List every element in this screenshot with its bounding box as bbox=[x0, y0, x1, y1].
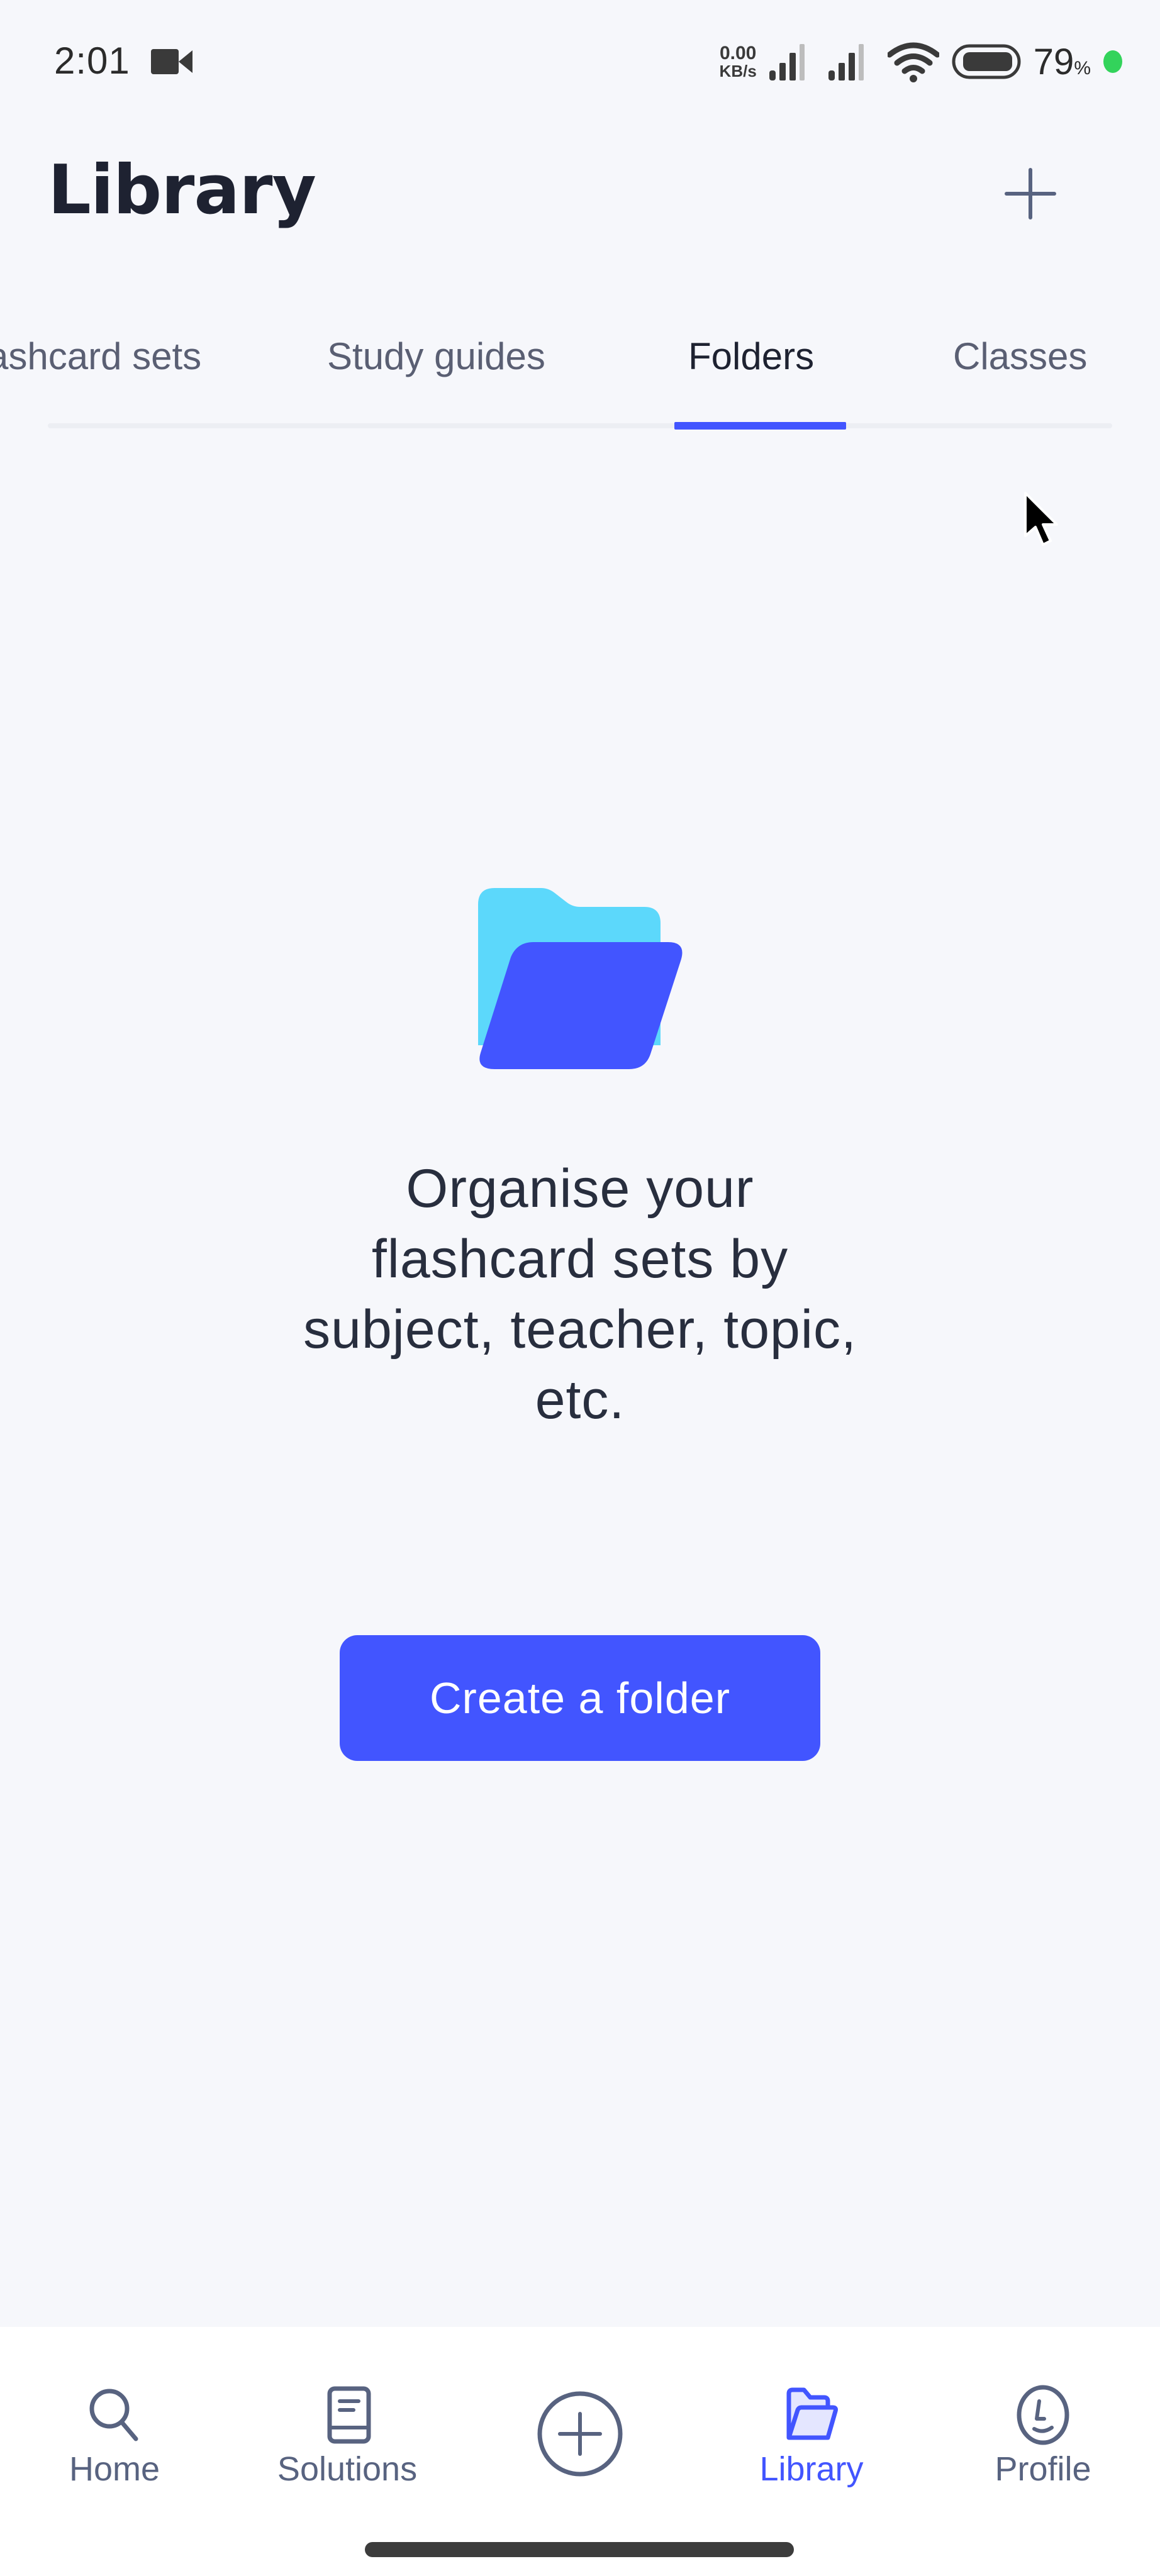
tab-classes[interactable]: Classes bbox=[953, 335, 1087, 378]
folder-icon bbox=[786, 2387, 838, 2440]
tab-folders[interactable]: Folders bbox=[688, 335, 814, 378]
plus-circle-icon bbox=[537, 2391, 623, 2477]
folder-illustration bbox=[478, 888, 683, 1069]
status-icons: 0.00 KB/s 79% bbox=[720, 36, 1122, 87]
tab-study-guides[interactable]: Study guides bbox=[327, 335, 545, 378]
plus-icon bbox=[1005, 168, 1056, 219]
tab-flashcard-sets[interactable]: ashcard sets bbox=[0, 335, 201, 378]
nav-library-label: Library bbox=[759, 2450, 864, 2488]
nav-home[interactable]: Home bbox=[20, 2327, 209, 2516]
charging-indicator bbox=[1103, 50, 1122, 73]
nav-solutions-label: Solutions bbox=[277, 2450, 418, 2488]
add-button[interactable] bbox=[999, 162, 1062, 225]
signal-icon bbox=[769, 44, 805, 80]
tabs-divider bbox=[48, 423, 1112, 428]
nav-solutions[interactable]: Solutions bbox=[253, 2327, 442, 2516]
create-folder-button[interactable]: Create a folder bbox=[340, 1635, 820, 1761]
page-title: Library bbox=[48, 151, 316, 230]
book-icon bbox=[327, 2386, 371, 2444]
nav-create[interactable] bbox=[486, 2327, 674, 2516]
empty-state-heading: Organise your flashcard sets by subject,… bbox=[303, 1158, 857, 1430]
wifi-icon bbox=[887, 42, 939, 82]
nav-profile-label: Profile bbox=[995, 2450, 1091, 2488]
battery-percent: 79% bbox=[1033, 41, 1091, 82]
nav-library[interactable]: Library bbox=[717, 2327, 906, 2516]
library-tabs: ashcard sets Study guides Folders Classe… bbox=[0, 327, 1160, 428]
search-icon bbox=[89, 2389, 138, 2441]
nav-profile[interactable]: Profile bbox=[949, 2327, 1137, 2516]
bottom-navigation: Home Solutions Library Profile bbox=[0, 2327, 1160, 2576]
profile-icon bbox=[1017, 2385, 1069, 2445]
nav-home-label: Home bbox=[69, 2450, 160, 2488]
battery-icon bbox=[952, 44, 1021, 79]
signal-icon-2 bbox=[828, 44, 864, 80]
home-indicator[interactable] bbox=[365, 2542, 794, 2557]
mouse-cursor-icon bbox=[1024, 492, 1058, 546]
status-time: 2:01 bbox=[54, 40, 130, 82]
screen-record-icon bbox=[151, 49, 192, 74]
active-tab-indicator bbox=[674, 422, 846, 430]
network-speed: 0.00 KB/s bbox=[719, 43, 757, 80]
